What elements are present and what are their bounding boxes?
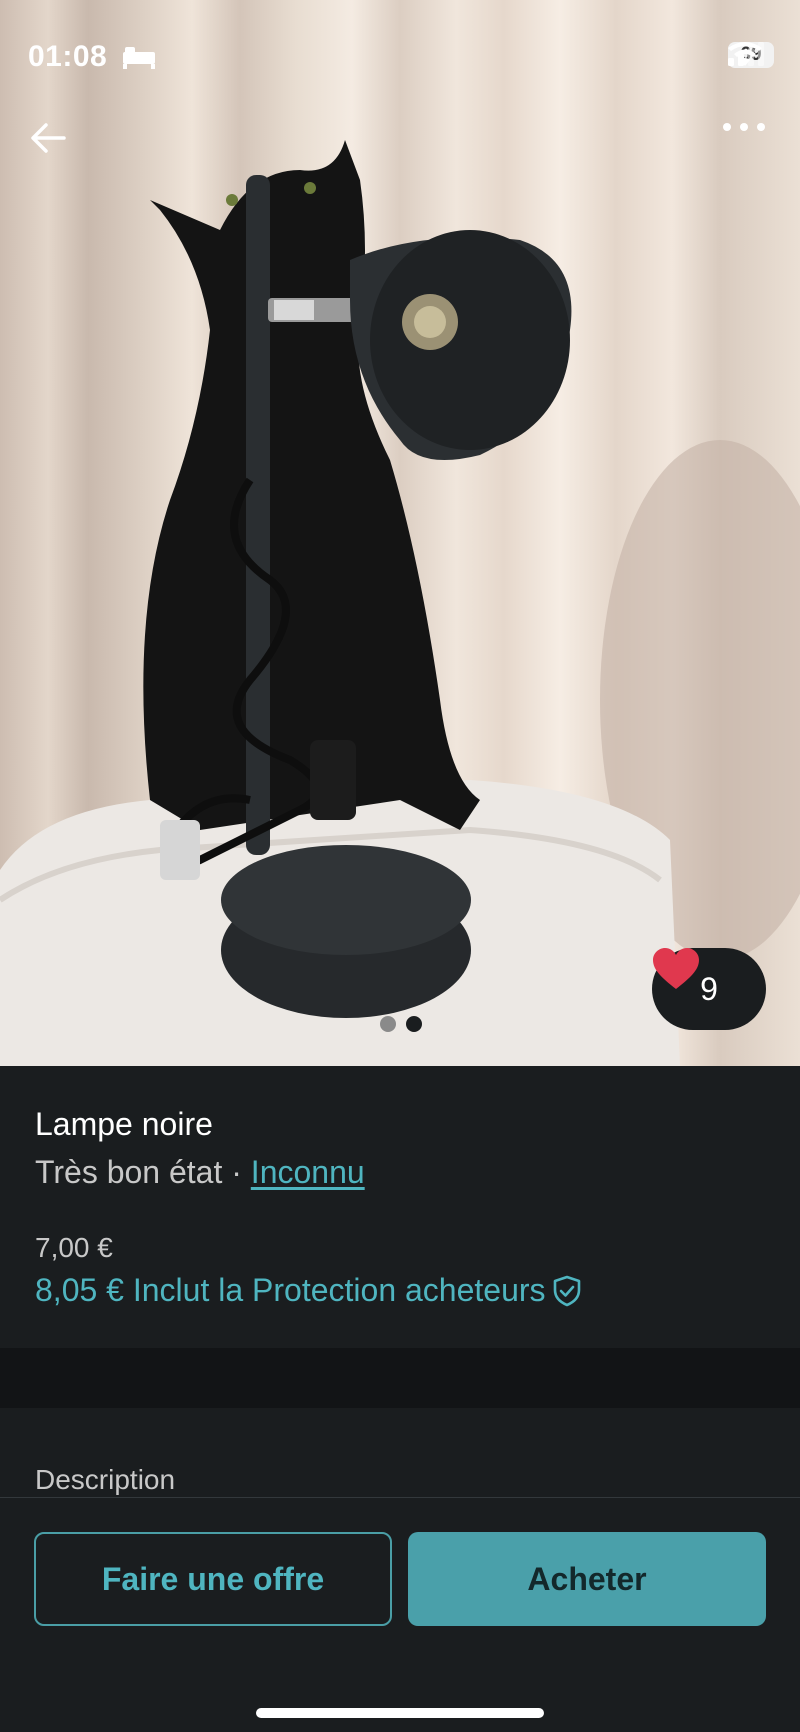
status-indicators: 69 — [728, 42, 774, 68]
pagination-dot-active[interactable] — [406, 1016, 422, 1032]
make-offer-button[interactable]: Faire une offre — [34, 1532, 392, 1626]
item-meta: Très bon état · Inconnu — [35, 1154, 365, 1191]
arrow-left-icon — [31, 123, 66, 153]
favorites-count: 9 — [700, 970, 718, 1007]
item-page: 01:08 69 — [0, 0, 800, 1732]
image-pagination — [380, 1016, 422, 1032]
section-divider — [0, 1348, 800, 1408]
heart-icon — [653, 948, 699, 989]
more-horizontal-icon — [723, 123, 765, 131]
buyer-protection-price[interactable]: 8,05 € Inclut la Protection acheteurs — [35, 1272, 582, 1309]
action-bar: Faire une offre Acheter — [0, 1498, 800, 1732]
protection-price-text: 8,05 € Inclut la Protection acheteurs — [35, 1272, 546, 1308]
item-price: 7,00 € — [35, 1232, 113, 1263]
meta-separator: · — [231, 1154, 242, 1190]
shield-check-icon — [553, 1275, 580, 1306]
item-title: Lampe noire — [35, 1106, 213, 1142]
favorite-button[interactable]: 9 — [652, 948, 766, 1030]
description-section: Description — [0, 1408, 800, 1498]
wifi-icon — [728, 42, 762, 66]
photo-illustration — [0, 140, 800, 1066]
buy-button[interactable]: Acheter — [408, 1532, 766, 1626]
description-label: Description — [35, 1464, 176, 1495]
back-button[interactable] — [30, 122, 90, 182]
home-indicator[interactable] — [256, 1708, 544, 1718]
bed-icon — [123, 47, 155, 69]
pagination-dot[interactable] — [380, 1016, 396, 1032]
more-options-button[interactable] — [722, 122, 782, 182]
item-details: Lampe noire Très bon état · Inconnu 7,00… — [0, 1066, 800, 1348]
item-brand-link[interactable]: Inconnu — [251, 1154, 365, 1190]
status-time: 01:08 — [28, 40, 108, 73]
item-photo[interactable]: 01:08 69 — [0, 0, 800, 1066]
item-condition: Très bon état — [35, 1154, 223, 1190]
